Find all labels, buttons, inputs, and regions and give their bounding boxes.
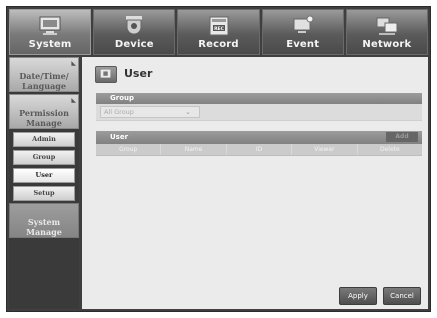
sidebar-category-permission-manage[interactable]: Permission Manage ◣ [9,94,79,129]
group-filter-row: All Group ⌄ [96,104,422,121]
sidebar-item-label: User [35,171,53,179]
sidebar-item-user[interactable]: User [13,168,75,183]
event-icon [293,15,314,33]
sidebar-item-label: Setup [33,189,55,197]
tab-label: System [28,39,72,50]
user-table-header: Group Name ID Viewer Delete [96,144,422,156]
sidebar-item-label: Group [32,153,56,161]
tab-system[interactable]: System [9,9,92,55]
top-navigation: System Device REC Record Event Network [9,9,429,55]
sidebar-category-system-manage[interactable]: System Manage [9,203,79,238]
dvr-settings-window: System Device REC Record Event Network D… [6,6,431,312]
tab-label: Record [198,39,239,50]
group-select[interactable]: All Group ⌄ [100,106,200,118]
network-icon [376,17,398,35]
camera-icon [126,16,143,35]
user-section-header: User Add [96,131,422,144]
user-icon [95,66,117,83]
expand-marker-icon: ◣ [71,97,76,104]
chevron-down-icon: ⌄ [185,108,191,116]
tab-label: Network [362,39,412,50]
group-select-value: All Group [104,108,134,116]
apply-button[interactable]: Apply [339,287,377,305]
page-title: User [124,67,153,80]
group-heading: Group [110,94,135,102]
tab-record[interactable]: REC Record [177,9,260,55]
group-section-header: Group [96,93,422,104]
sidebar-item-label: Admin [32,135,56,143]
add-button[interactable]: Add [386,132,418,142]
sidebar-item-group[interactable]: Group [13,150,75,165]
sidebar-item-admin[interactable]: Admin [13,132,75,147]
sidebar-item-setup[interactable]: Setup [13,186,75,201]
sidebar-category-date-time-language[interactable]: Date/Time/ Language ◣ [9,57,79,92]
column-id: ID [227,144,293,155]
tab-label: Device [114,39,154,50]
expand-marker-icon: ◣ [71,60,76,67]
cancel-button[interactable]: Cancel [383,287,421,305]
column-delete: Delete [379,146,400,153]
sidebar-category-label: System Manage [26,217,62,237]
column-viewer: Viewer [292,144,358,155]
tab-event[interactable]: Event [261,9,344,55]
column-name: Name [161,144,227,155]
svg-text:REC: REC [214,26,225,32]
sidebar: Date/Time/ Language ◣ Permission Manage … [9,57,79,309]
user-heading: User [110,133,129,141]
tab-label: Event [286,39,320,50]
monitor-icon [39,16,61,35]
sidebar-category-label: Permission Manage [19,108,69,128]
sidebar-category-label: Date/Time/ Language [19,71,69,91]
main-panel: User Group All Group ⌄ User Add Group Na… [82,57,428,309]
tab-network[interactable]: Network [345,9,429,55]
record-icon: REC [209,16,228,36]
column-group: Group [96,144,162,155]
tab-device[interactable]: Device [93,9,176,55]
